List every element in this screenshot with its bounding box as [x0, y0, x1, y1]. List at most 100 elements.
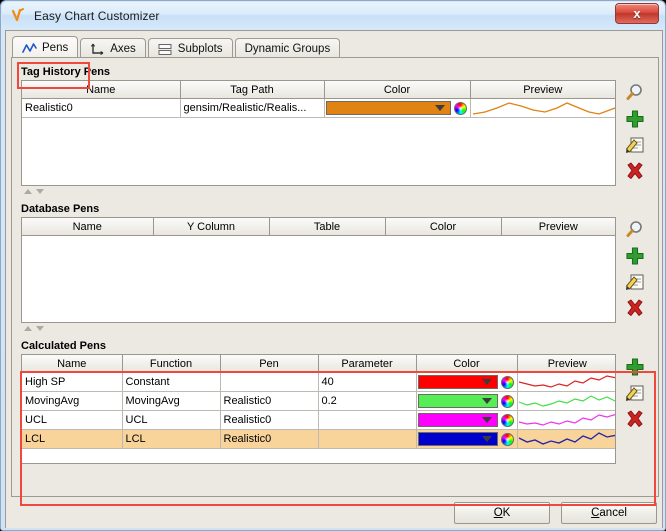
cell-function[interactable]: Constant — [122, 372, 221, 392]
color-wheel-icon[interactable] — [500, 375, 514, 389]
tab-subplots[interactable]: Subplots — [147, 38, 233, 59]
table-row[interactable]: UCL UCL Realistic0 — [22, 410, 615, 430]
cell-parameter[interactable] — [318, 429, 417, 449]
col-name[interactable]: Name — [22, 355, 123, 373]
delete-pen-button[interactable] — [624, 160, 646, 182]
triangle-down-icon[interactable] — [36, 189, 44, 194]
col-function[interactable]: Function — [122, 355, 221, 373]
edit-pen-button[interactable] — [624, 134, 646, 156]
cell-color[interactable] — [416, 429, 518, 449]
cell-parameter[interactable] — [318, 410, 417, 430]
cell-function[interactable]: MovingAvg — [122, 391, 221, 411]
cell-tag-path[interactable]: gensim/Realistic/Realis... — [180, 98, 325, 118]
database-grid: Name Y Column Table Color Preview — [22, 218, 615, 236]
cell-preview — [517, 410, 615, 430]
cell-name[interactable]: MovingAvg — [22, 391, 123, 411]
ok-button[interactable]: OK — [454, 502, 550, 524]
color-dropdown[interactable] — [417, 394, 498, 408]
cell-pen[interactable]: Realistic0 — [220, 410, 319, 430]
color-dropdown[interactable] — [417, 375, 498, 389]
col-name[interactable]: Name — [22, 218, 154, 236]
tab-dynamic-groups-label: Dynamic Groups — [244, 43, 331, 55]
subplots-icon — [158, 43, 173, 56]
triangle-up-icon[interactable] — [24, 326, 32, 331]
cell-pen[interactable] — [220, 372, 319, 392]
cell-parameter[interactable]: 40 — [318, 372, 417, 392]
cell-name[interactable]: UCL — [22, 410, 123, 430]
col-tag-path[interactable]: Tag Path — [180, 81, 325, 99]
col-preview[interactable]: Preview — [501, 218, 615, 236]
preview-sparkline — [518, 395, 615, 407]
color-wheel-icon[interactable] — [500, 394, 514, 408]
cell-name[interactable]: High SP — [22, 372, 123, 392]
browse-tag-button[interactable] — [624, 82, 646, 104]
col-color[interactable]: Color — [324, 81, 471, 99]
axes-icon — [90, 43, 105, 56]
tab-strip: Pens Axes Subplots Dynamic Groups — [12, 35, 342, 59]
database-splitter[interactable] — [24, 326, 44, 331]
edit-db-pen-button[interactable] — [624, 271, 646, 293]
cancel-button[interactable]: Cancel — [561, 502, 657, 524]
tab-axes-label: Axes — [110, 43, 136, 55]
color-wheel-icon[interactable] — [500, 432, 514, 446]
tag-history-splitter[interactable] — [24, 189, 44, 194]
color-dropdown[interactable] — [417, 432, 498, 446]
col-pen[interactable]: Pen — [220, 355, 319, 373]
ok-button-label: OK — [493, 507, 511, 519]
table-row[interactable]: High SP Constant 40 — [22, 372, 615, 392]
cell-preview — [517, 429, 615, 449]
cell-color[interactable] — [324, 98, 471, 118]
cell-preview — [470, 98, 615, 118]
col-color[interactable]: Color — [416, 355, 518, 373]
triangle-down-icon[interactable] — [36, 326, 44, 331]
line-chart-icon — [22, 42, 37, 55]
chevron-down-icon — [481, 417, 492, 423]
edit-calc-pen-button[interactable] — [624, 382, 646, 404]
tab-pens[interactable]: Pens — [12, 36, 79, 59]
color-wheel-icon[interactable] — [500, 413, 514, 427]
col-y-column[interactable]: Y Column — [153, 218, 270, 236]
color-dropdown[interactable] — [325, 101, 451, 115]
color-wheel-icon[interactable] — [453, 101, 467, 115]
add-pen-button[interactable] — [624, 108, 646, 130]
col-name[interactable]: Name — [22, 81, 181, 99]
cell-color[interactable] — [416, 391, 518, 411]
cell-pen[interactable]: Realistic0 — [220, 391, 319, 411]
color-dropdown[interactable] — [417, 413, 498, 427]
tab-dynamic-groups[interactable]: Dynamic Groups — [234, 38, 341, 59]
easy-chart-customizer-window: Easy Chart Customizer x Pens Axes Subplo… — [0, 0, 666, 531]
cell-name[interactable]: LCL — [22, 429, 123, 449]
col-color[interactable]: Color — [385, 218, 502, 236]
col-preview[interactable]: Preview — [470, 81, 615, 99]
cell-color[interactable] — [416, 410, 518, 430]
cell-preview — [517, 391, 615, 411]
chart-pen-icon — [10, 7, 28, 25]
table-row[interactable]: LCL LCL Realistic0 — [22, 429, 615, 449]
table-row[interactable]: MovingAvg MovingAvg Realistic0 0.2 — [22, 391, 615, 411]
table-header-row: Name Y Column Table Color Preview — [22, 218, 615, 236]
cell-name[interactable]: Realistic0 — [22, 98, 181, 118]
cell-parameter[interactable]: 0.2 — [318, 391, 417, 411]
browse-db-button[interactable] — [624, 219, 646, 241]
cell-function[interactable]: UCL — [122, 410, 221, 430]
add-calc-pen-button[interactable] — [624, 356, 646, 378]
col-parameter[interactable]: Parameter — [318, 355, 417, 373]
add-db-pen-button[interactable] — [624, 245, 646, 267]
preview-sparkline — [472, 102, 614, 115]
col-table[interactable]: Table — [269, 218, 386, 236]
cell-pen[interactable]: Realistic0 — [220, 429, 319, 449]
close-button[interactable]: x — [615, 3, 659, 24]
cell-color[interactable] — [416, 372, 518, 392]
triangle-up-icon[interactable] — [24, 189, 32, 194]
calculated-pens-table[interactable]: Name Function Pen Parameter Color Previe… — [21, 354, 616, 464]
tab-axes[interactable]: Axes — [80, 38, 146, 59]
database-pens-table[interactable]: Name Y Column Table Color Preview — [21, 217, 616, 323]
cell-function[interactable]: LCL — [122, 429, 221, 449]
table-row[interactable]: Realistic0 gensim/Realistic/Realis... — [22, 98, 615, 118]
tag-history-pens-table[interactable]: Name Tag Path Color Preview Realistic0 g… — [21, 80, 616, 186]
delete-db-pen-button[interactable] — [624, 297, 646, 319]
calculated-pens-toolbar — [622, 356, 648, 434]
calculated-pens-label: Calculated Pens — [21, 340, 106, 352]
delete-calc-pen-button[interactable] — [624, 408, 646, 430]
col-preview[interactable]: Preview — [517, 355, 615, 373]
